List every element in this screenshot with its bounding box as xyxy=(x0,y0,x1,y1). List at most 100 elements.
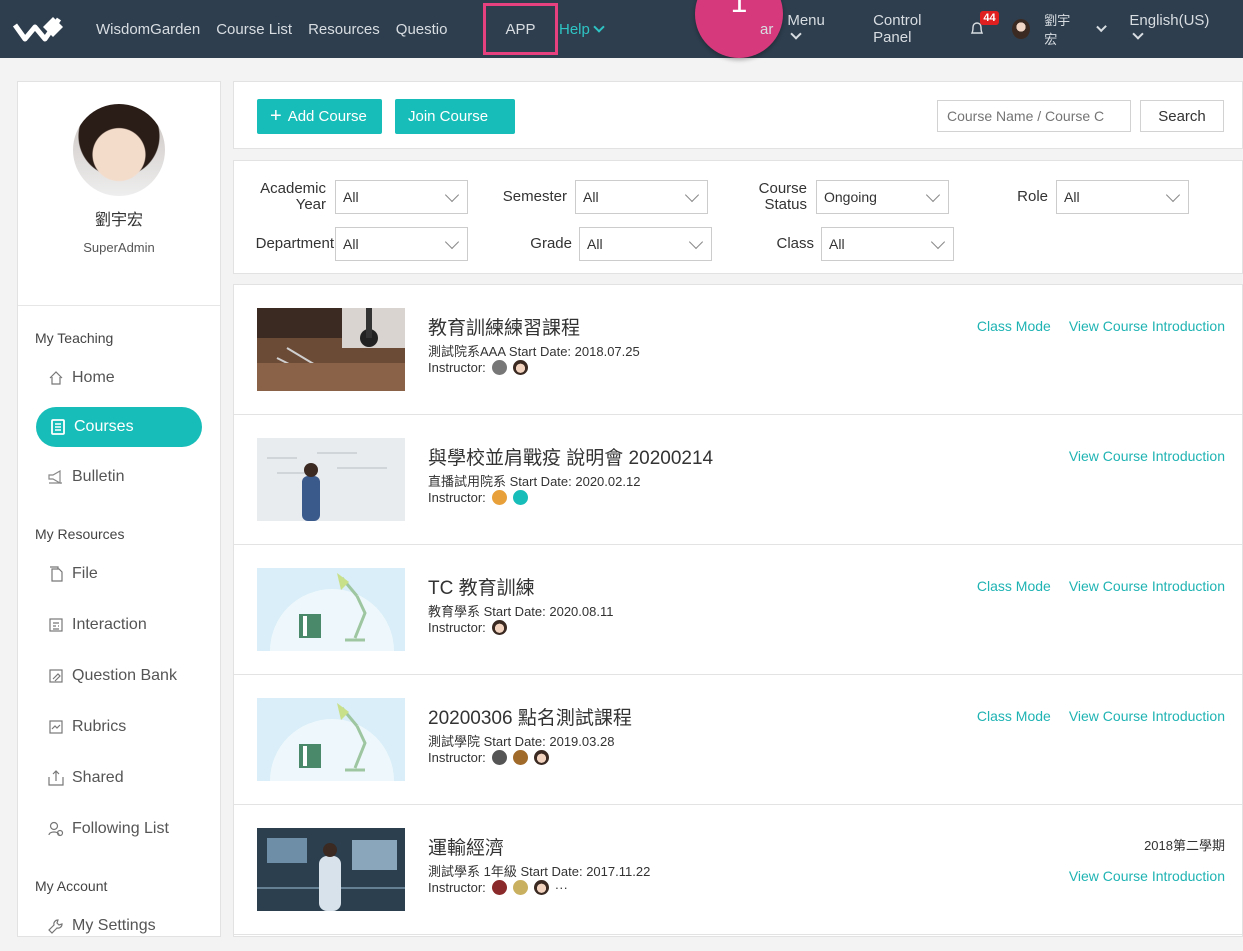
course-card[interactable]: TC 教育訓練 教育學系 Start Date: 2020.08.11 Inst… xyxy=(234,545,1242,675)
avatar xyxy=(491,360,507,375)
course-thumbnail[interactable] xyxy=(257,568,405,651)
nav-control-panel[interactable]: Control Panel xyxy=(873,12,958,46)
course-search-input[interactable] xyxy=(937,100,1131,132)
chevron-down-icon xyxy=(1165,187,1181,203)
nav-help-label: Help xyxy=(559,20,590,38)
course-thumbnail[interactable] xyxy=(257,438,405,521)
sidebar-item-my-settings[interactable]: My Settings xyxy=(18,900,220,951)
course-status-select[interactable]: Ongoing xyxy=(816,180,949,214)
language-select[interactable]: English(US) xyxy=(1129,12,1243,46)
class-mode-link[interactable]: Class Mode xyxy=(977,318,1051,334)
role-value: All xyxy=(1064,189,1080,205)
course-title[interactable]: 教育訓練練習課程 xyxy=(428,313,580,340)
course-links: Class Mode View Course Introduction xyxy=(977,578,1225,594)
section-my-teaching: My Teaching xyxy=(35,330,114,346)
nav-app-label: APP xyxy=(505,20,536,38)
profile-card: 劉宇宏 SuperAdmin xyxy=(18,104,220,306)
course-card[interactable]: 運輸經濟 測試學系 1年級 Start Date: 2017.11.22 Ins… xyxy=(234,805,1242,935)
avatar xyxy=(1012,19,1031,39)
chevron-down-icon xyxy=(925,187,941,203)
sidebar-item-shared[interactable]: Shared xyxy=(18,752,220,803)
course-title[interactable]: 運輸經濟 xyxy=(428,833,504,860)
academic-year-label-line1: Academic xyxy=(260,180,326,197)
course-instructors: Instructor: xyxy=(428,490,528,505)
course-filters: Academic Year All Semester All Course Stat… xyxy=(233,160,1243,274)
course-title[interactable]: TC 教育訓練 xyxy=(428,573,535,600)
nav-calendar[interactable]: ar xyxy=(760,21,773,38)
course-title[interactable]: 與學校並肩戰疫 說明會 20200214 xyxy=(428,443,713,470)
course-toolbar: + Add Course Join Course Search xyxy=(233,81,1243,149)
view-course-introduction-link[interactable]: View Course Introduction xyxy=(1069,868,1225,884)
search-button[interactable]: Search xyxy=(1140,100,1224,132)
notification-bell[interactable]: 44 xyxy=(970,11,999,37)
users-icon xyxy=(48,821,64,837)
sidebar-item-rubrics[interactable]: Rubrics xyxy=(18,701,220,752)
chevron-down-icon xyxy=(444,234,460,250)
role-select[interactable]: All xyxy=(1056,180,1189,214)
chevron-down-icon xyxy=(688,234,704,250)
department-select[interactable]: All xyxy=(335,227,468,261)
semester-label: Semester xyxy=(502,188,567,205)
course-status-value: Ongoing xyxy=(824,189,877,205)
course-card[interactable]: 與學校並肩戰疫 說明會 20200214 直播試用院系 Start Date: … xyxy=(234,415,1242,545)
view-course-introduction-link[interactable]: View Course Introduction xyxy=(1069,448,1225,464)
course-meta: 測試院系AAA Start Date: 2018.07.25 xyxy=(428,344,640,359)
instructor-label: Instructor: xyxy=(428,360,486,375)
course-thumbnail[interactable] xyxy=(257,308,405,391)
instructor-label: Instructor: xyxy=(428,620,486,635)
avatar xyxy=(512,880,528,895)
grade-select[interactable]: All xyxy=(579,227,712,261)
nav-wisdomgarden[interactable]: WisdomGarden xyxy=(96,21,200,38)
nav-menu[interactable]: Menu xyxy=(787,12,861,46)
department-label: Department xyxy=(255,235,334,252)
view-course-introduction-link[interactable]: View Course Introduction xyxy=(1069,318,1225,334)
sidebar-item-label: Following List xyxy=(72,819,169,837)
user-menu[interactable]: 劉宇宏 xyxy=(1012,10,1119,48)
department-value: All xyxy=(343,236,359,252)
grade-label: Grade xyxy=(530,235,572,252)
sidebar-item-home[interactable]: Home xyxy=(18,352,220,403)
nav-resources[interactable]: Resources xyxy=(308,21,380,38)
sidebar-item-question-bank[interactable]: Question Bank xyxy=(18,650,220,701)
course-instructors: Instructor: ··· xyxy=(428,880,568,895)
view-course-introduction-link[interactable]: View Course Introduction xyxy=(1069,708,1225,724)
avatar xyxy=(512,360,528,375)
nav-help[interactable]: Help xyxy=(559,0,605,58)
sidebar-item-label: Interaction xyxy=(72,615,147,633)
avatar xyxy=(491,490,507,505)
more-instructors[interactable]: ··· xyxy=(555,880,568,895)
avatar xyxy=(491,620,507,635)
class-mode-link[interactable]: Class Mode xyxy=(977,578,1051,594)
nav-course-list[interactable]: Course List xyxy=(216,21,292,38)
course-thumbnail[interactable] xyxy=(257,828,405,911)
join-course-button[interactable]: Join Course xyxy=(395,99,515,134)
course-title[interactable]: 20200306 點名測試課程 xyxy=(428,703,632,730)
sidebar-item-file[interactable]: File xyxy=(18,548,220,599)
course-card[interactable]: 20200306 點名測試課程 測試學院 Start Date: 2019.03… xyxy=(234,675,1242,805)
sidebar-item-bulletin[interactable]: Bulletin xyxy=(18,451,220,502)
add-course-button[interactable]: + Add Course xyxy=(257,99,382,134)
chevron-down-icon xyxy=(930,234,946,250)
section-my-resources: My Resources xyxy=(35,526,125,542)
wrench-icon xyxy=(48,918,64,934)
profile-role: SuperAdmin xyxy=(83,240,155,255)
nav-app[interactable]: APP xyxy=(483,3,558,55)
course-card[interactable]: 教育訓練練習課程 測試院系AAA Start Date: 2018.07.25 … xyxy=(234,285,1242,415)
view-course-introduction-link[interactable]: View Course Introduction xyxy=(1069,578,1225,594)
class-value: All xyxy=(829,236,845,252)
class-select[interactable]: All xyxy=(821,227,954,261)
sidebar-item-label: My Settings xyxy=(72,916,156,934)
logo-icon[interactable] xyxy=(12,0,68,58)
sidebar-item-following-list[interactable]: Following List xyxy=(18,803,220,854)
class-mode-link[interactable]: Class Mode xyxy=(977,708,1051,724)
nav-questions[interactable]: Questio xyxy=(396,21,448,38)
file-icon xyxy=(48,565,64,582)
avatar[interactable] xyxy=(73,104,165,196)
chevron-down-icon xyxy=(444,187,460,203)
sidebar-item-interaction[interactable]: Interaction xyxy=(18,599,220,650)
sidebar-item-courses[interactable]: Courses xyxy=(36,407,202,447)
course-thumbnail[interactable] xyxy=(257,698,405,781)
academic-year-select[interactable]: All xyxy=(335,180,468,214)
course-status-label: Course Status xyxy=(739,181,807,213)
semester-select[interactable]: All xyxy=(575,180,708,214)
